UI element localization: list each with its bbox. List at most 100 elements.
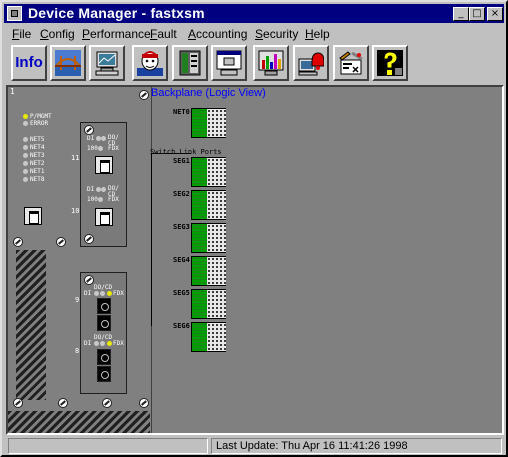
menu-performance[interactable]: Performance	[82, 27, 151, 41]
bridge-button[interactable]	[50, 45, 86, 81]
info-button[interactable]: Info	[11, 45, 47, 81]
port-number: 9	[75, 296, 80, 304]
rack-device-button[interactable]	[172, 45, 208, 81]
info-label: Info	[15, 54, 43, 71]
rj45-port-11[interactable]	[95, 156, 113, 174]
app-icon[interactable]	[7, 6, 22, 21]
led-net	[23, 137, 28, 142]
fiber-port-8b[interactable]	[97, 366, 111, 382]
vent-grille	[16, 250, 46, 400]
seg4-port[interactable]	[191, 256, 226, 286]
screw-icon	[84, 125, 94, 135]
network-monitor-button[interactable]	[89, 45, 125, 81]
led-net	[23, 153, 28, 158]
menu-config[interactable]: Config	[40, 27, 75, 41]
seg2-port[interactable]	[191, 190, 226, 220]
fiber-port-8a[interactable]	[97, 349, 111, 365]
toolbar: Info	[4, 44, 504, 84]
status-bar: Last Update: Thu Apr 16 11:41:26 1998	[6, 437, 504, 455]
port-led-label: FDX	[108, 196, 119, 203]
menu-file[interactable]: File	[12, 27, 31, 41]
seg4-label: SEG4	[173, 256, 190, 264]
minimize-button[interactable]: _	[453, 7, 469, 21]
port-number: 10	[71, 207, 80, 215]
seg5-label: SEG5	[173, 289, 190, 297]
port-led-label: DI	[84, 340, 92, 347]
menu-help[interactable]: Help	[305, 27, 330, 41]
workstation-window-button[interactable]	[211, 45, 247, 81]
statistics-button[interactable]	[253, 45, 289, 81]
seg2-label: SEG2	[173, 190, 190, 198]
port-led-label: 100	[87, 196, 98, 203]
fiber-port-9a[interactable]	[97, 298, 111, 314]
bus-line	[151, 153, 191, 154]
led-net	[23, 145, 28, 150]
net-label: NET2	[30, 160, 45, 167]
led-net	[23, 177, 28, 182]
port-led	[94, 341, 99, 346]
net-label: NET8	[30, 176, 45, 183]
chassis-panel: 1 P/MGMT ERROR NET5 NET4 NET3 NET2 NET1 …	[8, 87, 152, 433]
seg6-port[interactable]	[191, 322, 226, 352]
bridge-icon	[55, 50, 81, 76]
config-tools-icon	[339, 51, 363, 75]
port-led	[94, 291, 99, 296]
menu-security[interactable]: Security	[255, 27, 298, 41]
switch-link-ports-label: Switch Link Ports	[150, 148, 222, 156]
screw-icon	[84, 275, 94, 285]
led-label-error: ERROR	[30, 120, 49, 127]
title-bar[interactable]: Device Manager - fastxsm _ □ ×	[4, 4, 504, 23]
port-led	[101, 136, 106, 141]
config-tools-button[interactable]	[333, 45, 369, 81]
port-led	[101, 187, 106, 192]
led-net	[23, 169, 28, 174]
device-manager-window: Device Manager - fastxsm _ □ × File Conf…	[0, 0, 508, 457]
port-number: 8	[75, 347, 80, 355]
seg1-port[interactable]	[191, 157, 226, 187]
screw-icon	[13, 398, 23, 408]
port-led-label: FDX	[108, 145, 119, 152]
bus-line	[151, 153, 152, 326]
port-led-label: FDX	[113, 340, 124, 347]
maximize-button[interactable]: □	[469, 7, 485, 21]
led-pmgmt	[23, 114, 28, 119]
menu-accounting[interactable]: Accounting	[188, 27, 247, 41]
device-view-area: 1 P/MGMT ERROR NET5 NET4 NET3 NET2 NET1 …	[6, 85, 504, 435]
help-button[interactable]	[372, 45, 408, 81]
alarm-bell-icon	[298, 52, 324, 76]
led-net	[23, 161, 28, 166]
seg5-port[interactable]	[191, 289, 226, 319]
net-label: NET3	[30, 152, 45, 159]
port-led	[100, 341, 105, 346]
fx-module: DO/CD DI FDX 9 DO/CD DI FDX 8	[75, 272, 127, 394]
mgmt-port[interactable]	[24, 207, 42, 225]
rj45-port-10[interactable]	[95, 208, 113, 226]
user-button[interactable]	[132, 45, 168, 81]
menu-fault[interactable]: Fault	[150, 27, 177, 41]
rack-device-icon	[179, 50, 201, 76]
seg3-port[interactable]	[191, 223, 226, 253]
user-face-icon	[137, 51, 163, 76]
backplane-title: Backplane (Logic View)	[151, 87, 266, 99]
net-label: NET1	[30, 168, 45, 175]
port-led	[98, 146, 103, 151]
statistics-chart-icon	[258, 50, 284, 76]
network-monitor-icon	[95, 51, 119, 76]
screw-icon	[139, 398, 149, 408]
fiber-port-9b[interactable]	[97, 315, 111, 331]
tx-module: DI DO/ CD 100 FDX 11 DI DO/ CD 100 FDX 1…	[71, 122, 127, 247]
slot-number: 1	[10, 87, 15, 96]
screw-icon	[58, 398, 68, 408]
alarm-button[interactable]	[293, 45, 329, 81]
port-led	[100, 291, 105, 296]
window-title: Device Manager - fastxsm	[28, 5, 205, 21]
port-led-label: DI	[87, 135, 95, 142]
close-button[interactable]: ×	[487, 7, 503, 21]
status-pane-left	[8, 438, 208, 454]
screw-icon	[102, 398, 112, 408]
help-question-icon	[377, 50, 403, 76]
net0-port[interactable]	[191, 108, 226, 138]
seg3-label: SEG3	[173, 223, 190, 231]
seg6-label: SEG6	[173, 322, 190, 330]
port-led-label: DI	[84, 290, 92, 297]
